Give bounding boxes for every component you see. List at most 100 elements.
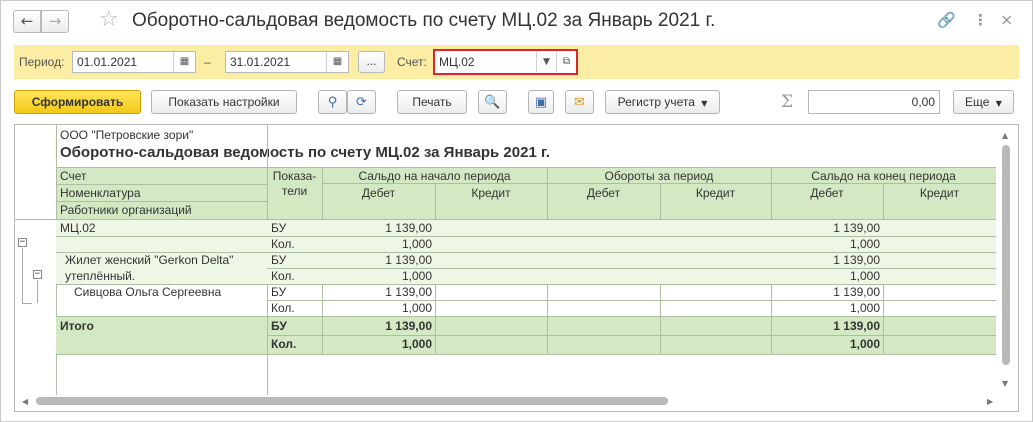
header-employees: Работники организаций [60,203,192,217]
sigma-icon: Σ [781,92,794,112]
collapse-icon[interactable]: − [18,238,27,247]
header-indicators: Показа- тели [272,169,317,198]
email-button[interactable]: ✉ [565,90,594,114]
header-opening-balance: Сальдо на начало периода [358,169,511,183]
total-indicator: Кол. [271,337,297,351]
row-open-debit: 1,000 [401,237,432,251]
sum-field[interactable]: 0,00 [808,90,940,114]
header-debit: Дебет [361,186,396,200]
account-field[interactable]: МЦ.02 ▼ ⧉ [433,49,578,75]
back-arrow-icon[interactable]: ← [13,10,41,33]
scroll-up-icon[interactable]: ▲ [1002,131,1008,140]
total-close-debit: 1 139,00 [833,319,880,333]
row-indicator: Кол. [271,269,295,283]
register-label: Регистр учета [617,95,695,109]
row-close-debit: 1,000 [849,301,880,315]
account-label: Счет: [397,55,427,69]
toolbar: Сформировать Показать настройки ⚲ ⟳ Печа… [1,89,1032,117]
collapse-icon[interactable]: − [33,270,42,279]
row-item-name-cont: утеплённый. [65,269,136,283]
forward-arrow-icon[interactable]: → [41,10,69,33]
row-open-debit: 1,000 [401,269,432,283]
total-indicator: БУ [271,319,287,333]
star-icon[interactable]: ☆ [99,8,119,32]
row-open-debit: 1,000 [401,301,432,315]
link-icon[interactable]: 🔗 [937,10,956,30]
row-account-name: МЦ.02 [60,221,96,235]
calendar-icon[interactable]: ▦ [173,52,195,72]
title-bar: ← → ☆ Оборотно-сальдовая ведомость по сч… [1,1,1032,41]
report-window: ← → ☆ Оборотно-сальдовая ведомость по сч… [0,0,1033,422]
row-close-debit: 1 139,00 [833,253,880,267]
row-employee-name: Сивцова Ольга Сергеевна [74,285,222,299]
row-close-debit: 1 139,00 [833,221,880,235]
more-button[interactable]: Еще ▼ [953,90,1014,114]
search-icon: ⚲ [327,95,338,110]
header-credit: Кредит [471,186,511,200]
chevron-down-icon: ▼ [701,99,708,108]
scroll-right-icon[interactable]: ▶ [987,397,993,406]
horizontal-scroll-thumb[interactable] [36,397,668,405]
account-input[interactable]: МЦ.02 [437,53,536,71]
report-title: Оборотно-сальдовая ведомость по счету МЦ… [60,144,550,161]
organization-name: ООО "Петровские зори" [60,128,194,142]
total-label: Итого [60,319,94,333]
scroll-down-icon[interactable]: ▼ [1002,379,1008,388]
date-from-value: 01.01.2021 [77,55,138,69]
row-indicator: Кол. [271,301,295,315]
horizontal-scrollbar[interactable] [32,397,997,405]
date-from-input[interactable]: 01.01.2021 ▦ [72,51,196,73]
row-indicator: БУ [271,285,287,299]
register-button[interactable]: Регистр учета ▼ [605,90,720,114]
period-label: Период: [19,55,65,69]
generate-button[interactable]: Сформировать [14,90,141,114]
row-open-debit: 1 139,00 [385,253,432,267]
more-vertical-icon[interactable]: ⋮ [973,10,988,30]
cancel-search-button[interactable]: ⟳ [347,90,376,114]
more-label: Еще [965,95,990,109]
row-close-debit: 1 139,00 [833,285,880,299]
close-icon[interactable]: × [1000,10,1013,30]
header-closing-balance: Сальдо на конец периода [811,169,956,183]
total-open-debit: 1,000 [401,337,432,351]
header-nomenclature: Номенклатура [60,186,141,200]
choose-period-button[interactable]: ... [358,51,385,73]
header-debit: Дебет [586,186,621,200]
envelope-icon: ✉ [574,95,585,110]
row-open-debit: 1 139,00 [385,285,432,299]
save-icon: ▣ [534,95,548,110]
total-close-debit: 1,000 [849,337,880,351]
total-open-debit: 1 139,00 [385,319,432,333]
chevron-down-icon: ▼ [995,99,1002,108]
report-area[interactable]: ООО "Петровские зори" Оборотно-сальдовая… [14,124,1019,412]
row-close-debit: 1,000 [849,237,880,251]
vertical-scrollbar[interactable] [1002,145,1010,395]
vertical-scroll-thumb[interactable] [1002,145,1010,365]
scroll-left-icon[interactable]: ◀ [22,397,28,406]
date-to-input[interactable]: 31.01.2021 ▦ [225,51,349,73]
filter-bar: Период: 01.01.2021 ▦ – 31.01.2021 ▦ ... … [14,45,1019,79]
row-indicator: Кол. [271,237,295,251]
calendar-icon[interactable]: ▦ [326,52,348,72]
cancel-search-icon: ⟳ [356,95,367,110]
open-icon[interactable]: ⧉ [556,52,576,72]
save-button[interactable]: ▣ [528,90,554,114]
row-close-debit: 1,000 [849,269,880,283]
window-title: Оборотно-сальдовая ведомость по счету МЦ… [132,10,716,31]
row-open-debit: 1 139,00 [385,221,432,235]
header-credit: Кредит [919,186,960,200]
period-dash: – [204,55,211,69]
preview-icon: 🔍 [484,95,501,110]
show-settings-button[interactable]: Показать настройки [151,90,297,114]
search-button[interactable]: ⚲ [318,90,347,114]
print-button[interactable]: Печать [397,90,467,114]
row-item-name: Жилет женский "Gerkon Delta" [65,253,234,267]
row-indicator: БУ [271,253,287,267]
header-credit: Кредит [695,186,736,200]
row-indicator: БУ [271,221,287,235]
date-to-value: 31.01.2021 [230,55,291,69]
header-account: Счет [60,169,87,183]
chevron-down-icon[interactable]: ▼ [536,52,556,72]
header-debit: Дебет [810,186,844,200]
preview-button[interactable]: 🔍 [478,90,507,114]
